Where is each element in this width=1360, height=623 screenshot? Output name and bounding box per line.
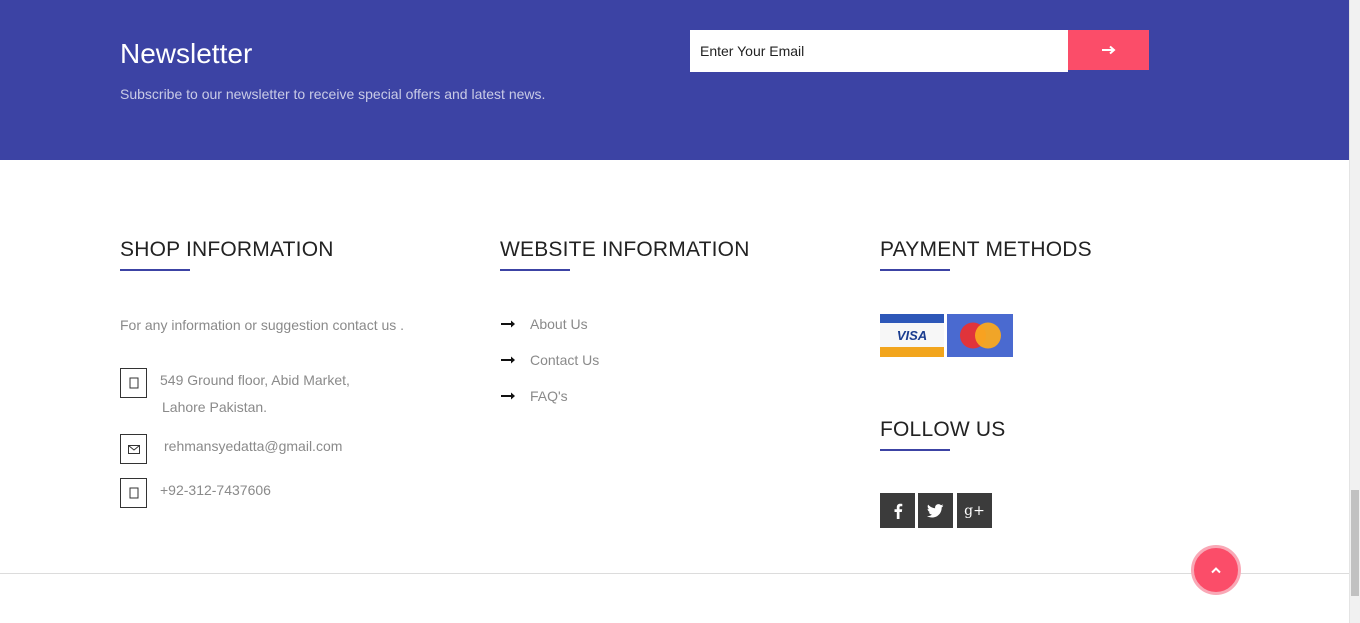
email-input[interactable] [690, 30, 1068, 72]
google-plus-icon: g+ [964, 502, 985, 519]
back-to-top-button[interactable] [1191, 545, 1241, 595]
heading-underline [880, 449, 950, 451]
shop-info-intro: For any information or suggestion contac… [120, 317, 405, 333]
website-info-heading: WEBSITE INFORMATION [500, 238, 750, 261]
newsletter-title: Newsletter [120, 38, 253, 69]
facebook-icon [894, 503, 902, 519]
chevron-up-icon [1211, 567, 1221, 574]
newsletter-section: Newsletter Subscribe to our newsletter t… [0, 0, 1349, 160]
arrow-right-icon [501, 320, 515, 328]
arrow-right-icon [1101, 45, 1116, 55]
facebook-button[interactable] [880, 493, 915, 528]
contact-us-label: Contact Us [530, 352, 600, 368]
heading-underline [500, 269, 570, 271]
contact-phone: +92-312-7437606 [160, 482, 271, 498]
address-line-2: Lahore Pakistan. [162, 399, 268, 415]
heading-underline [880, 269, 950, 271]
arrow-right-icon [501, 356, 515, 364]
contact-us-link[interactable]: Contact Us [500, 352, 599, 368]
address-line-1: 549 Ground floor, Abid Market, [160, 372, 350, 388]
about-us-link[interactable]: About Us [500, 316, 588, 332]
visa-card-label: VISA [897, 328, 927, 343]
phone-icon [120, 478, 147, 508]
subscribe-button[interactable] [1068, 30, 1149, 70]
heading-underline [120, 269, 190, 271]
envelope-icon [120, 434, 147, 464]
contact-email: rehmansyedatta@gmail.com [164, 438, 343, 454]
faqs-link[interactable]: FAQ's [500, 388, 568, 404]
google-plus-button[interactable]: g+ [957, 493, 992, 528]
shop-info-heading: SHOP INFORMATION [120, 238, 334, 261]
map-marker-icon [120, 368, 147, 398]
mastercard-icon [947, 314, 1013, 357]
footer-divider [0, 573, 1349, 574]
visa-card-icon: VISA [880, 314, 944, 357]
about-us-label: About Us [530, 316, 588, 332]
faqs-label: FAQ's [530, 388, 568, 404]
newsletter-subtitle: Subscribe to our newsletter to receive s… [120, 86, 546, 102]
follow-us-heading: FOLLOW US [880, 418, 1006, 441]
twitter-icon [927, 503, 944, 518]
twitter-button[interactable] [918, 493, 953, 528]
payment-methods-heading: PAYMENT METHODS [880, 238, 1092, 261]
arrow-right-icon [501, 392, 515, 400]
scrollbar-thumb[interactable] [1351, 490, 1359, 596]
